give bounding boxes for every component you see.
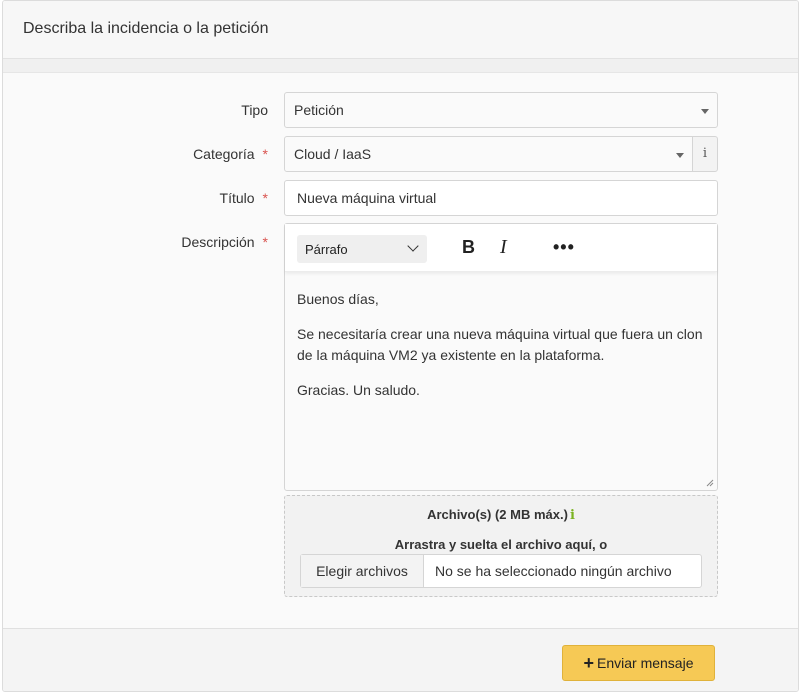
- categoria-label: Categoría *: [193, 146, 268, 162]
- paragraph-format-value: Párrafo: [305, 242, 348, 257]
- categoria-label-text: Categoría: [193, 146, 255, 162]
- paragraph-format-dropdown[interactable]: Párrafo: [297, 235, 427, 263]
- editor-paragraph: Se necesitaría crear una nueva máquina v…: [297, 326, 703, 363]
- tipo-select-value: Petición: [294, 102, 344, 118]
- titulo-input[interactable]: Nueva máquina virtual: [284, 180, 718, 216]
- categoria-select[interactable]: Cloud / IaaS: [284, 136, 693, 172]
- caret-down-icon: [701, 109, 709, 114]
- file-dropzone[interactable]: Archivo(s) (2 MB máx.) i Arrastra y suelt…: [284, 495, 718, 597]
- description-editor: Párrafo B I ••• Buenos días, Se necesita…: [284, 223, 718, 491]
- tipo-label: Tipo: [241, 102, 268, 118]
- attachments-title-text: Archivo(s) (2 MB máx.): [427, 507, 568, 522]
- editor-content[interactable]: Buenos días, Se necesitaría crear una nu…: [285, 272, 717, 432]
- categoria-info-button[interactable]: i: [692, 136, 718, 172]
- request-card: Describa la incidencia o la petición Tip…: [2, 0, 799, 692]
- send-message-label: Enviar mensaje: [597, 655, 694, 671]
- italic-button[interactable]: I: [500, 236, 507, 259]
- categoria-select-value: Cloud / IaaS: [294, 146, 372, 162]
- header-divider: [3, 59, 798, 73]
- info-icon[interactable]: i: [570, 508, 575, 523]
- plus-icon: +: [583, 653, 594, 673]
- send-message-button[interactable]: + Enviar mensaje: [562, 645, 715, 681]
- descripcion-label: Descripción *: [181, 234, 268, 250]
- more-options-button[interactable]: •••: [553, 237, 575, 258]
- required-mark: *: [262, 234, 268, 250]
- required-mark: *: [262, 190, 268, 206]
- card-footer: + Enviar mensaje: [3, 628, 798, 691]
- bold-button[interactable]: B: [462, 237, 475, 258]
- info-icon: i: [702, 146, 708, 161]
- page-title: Describa la incidencia o la petición: [3, 1, 798, 59]
- attachments-title: Archivo(s) (2 MB máx.) i: [285, 507, 717, 523]
- descripcion-label-text: Descripción: [181, 234, 255, 250]
- titulo-label-text: Título: [219, 190, 255, 206]
- chevron-down-icon: [407, 240, 419, 252]
- editor-paragraph: Gracias. Un saludo.: [297, 382, 420, 398]
- editor-paragraph: Buenos días,: [297, 291, 379, 307]
- tipo-select[interactable]: Petición: [284, 92, 718, 128]
- dropzone-instructions: Arrastra y suelta el archivo aquí, o: [394, 537, 608, 552]
- no-file-label: No se ha seleccionado ningún archivo: [435, 563, 672, 579]
- editor-toolbar: Párrafo B I •••: [285, 224, 717, 272]
- tipo-label-text: Tipo: [241, 102, 268, 118]
- titulo-label: Título *: [220, 190, 268, 206]
- caret-down-icon: [676, 153, 684, 158]
- file-input[interactable]: Elegir archivos No se ha seleccionado ni…: [300, 554, 702, 588]
- resize-handle-icon[interactable]: [706, 479, 714, 487]
- choose-files-button[interactable]: Elegir archivos: [301, 555, 424, 587]
- required-mark: *: [262, 146, 268, 162]
